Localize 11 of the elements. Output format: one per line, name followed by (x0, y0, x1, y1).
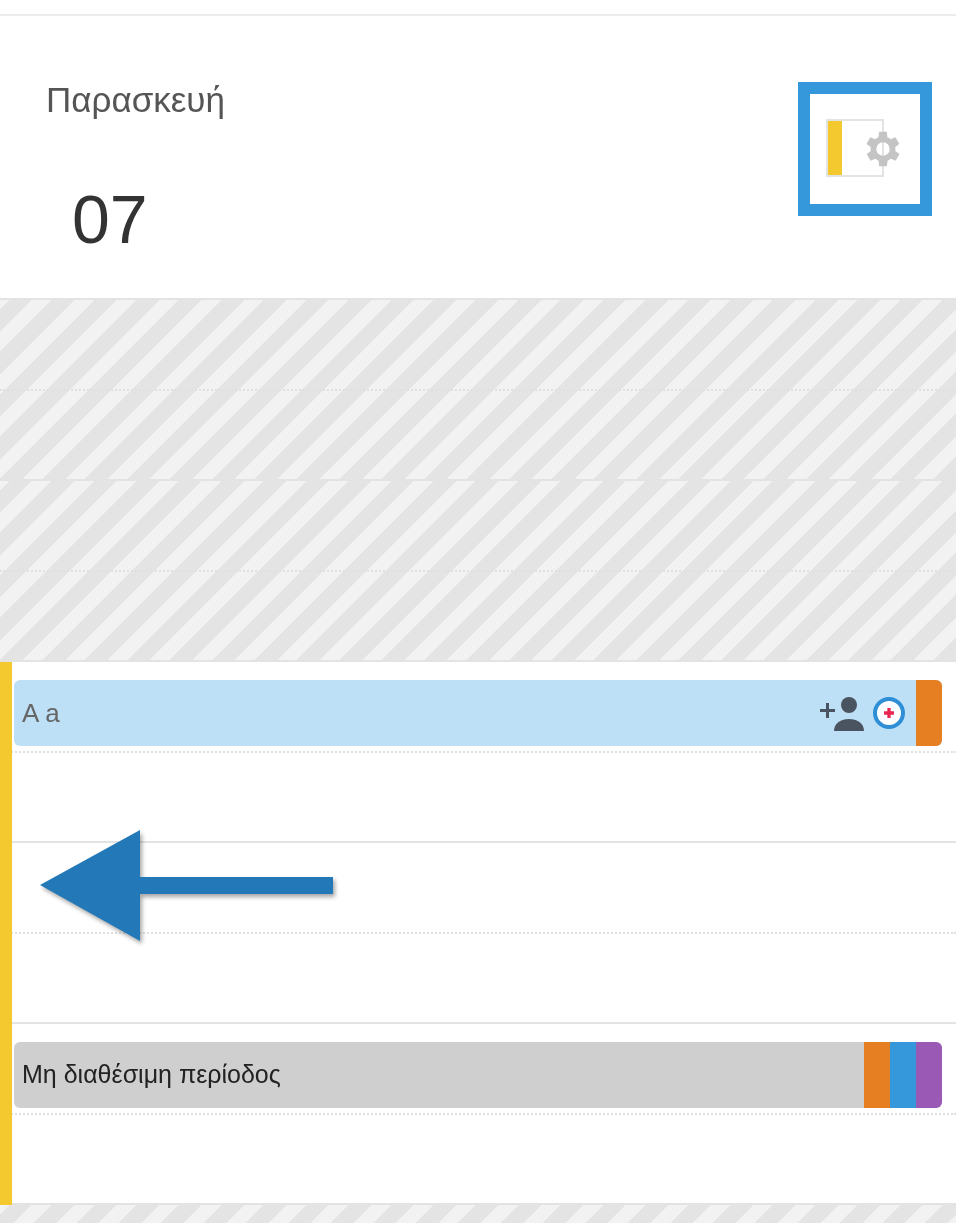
add-person-icon (818, 695, 866, 731)
event-bar[interactable]: A a (14, 680, 942, 746)
day-name: Παρασκευή (46, 79, 225, 121)
event-title: A a (21, 696, 61, 730)
event-title: Μη διαθέσιμη περίοδος (21, 1059, 282, 1091)
event-bar[interactable]: Μη διαθέσιμη περίοδος (14, 1042, 942, 1108)
time-slot[interactable]: A a (0, 662, 956, 843)
medical-cross-icon (872, 696, 906, 730)
time-slot[interactable] (0, 843, 956, 1024)
time-slot[interactable]: Μη διαθέσιμη περίοδος (0, 1024, 956, 1205)
day-number: 07 (72, 180, 148, 259)
